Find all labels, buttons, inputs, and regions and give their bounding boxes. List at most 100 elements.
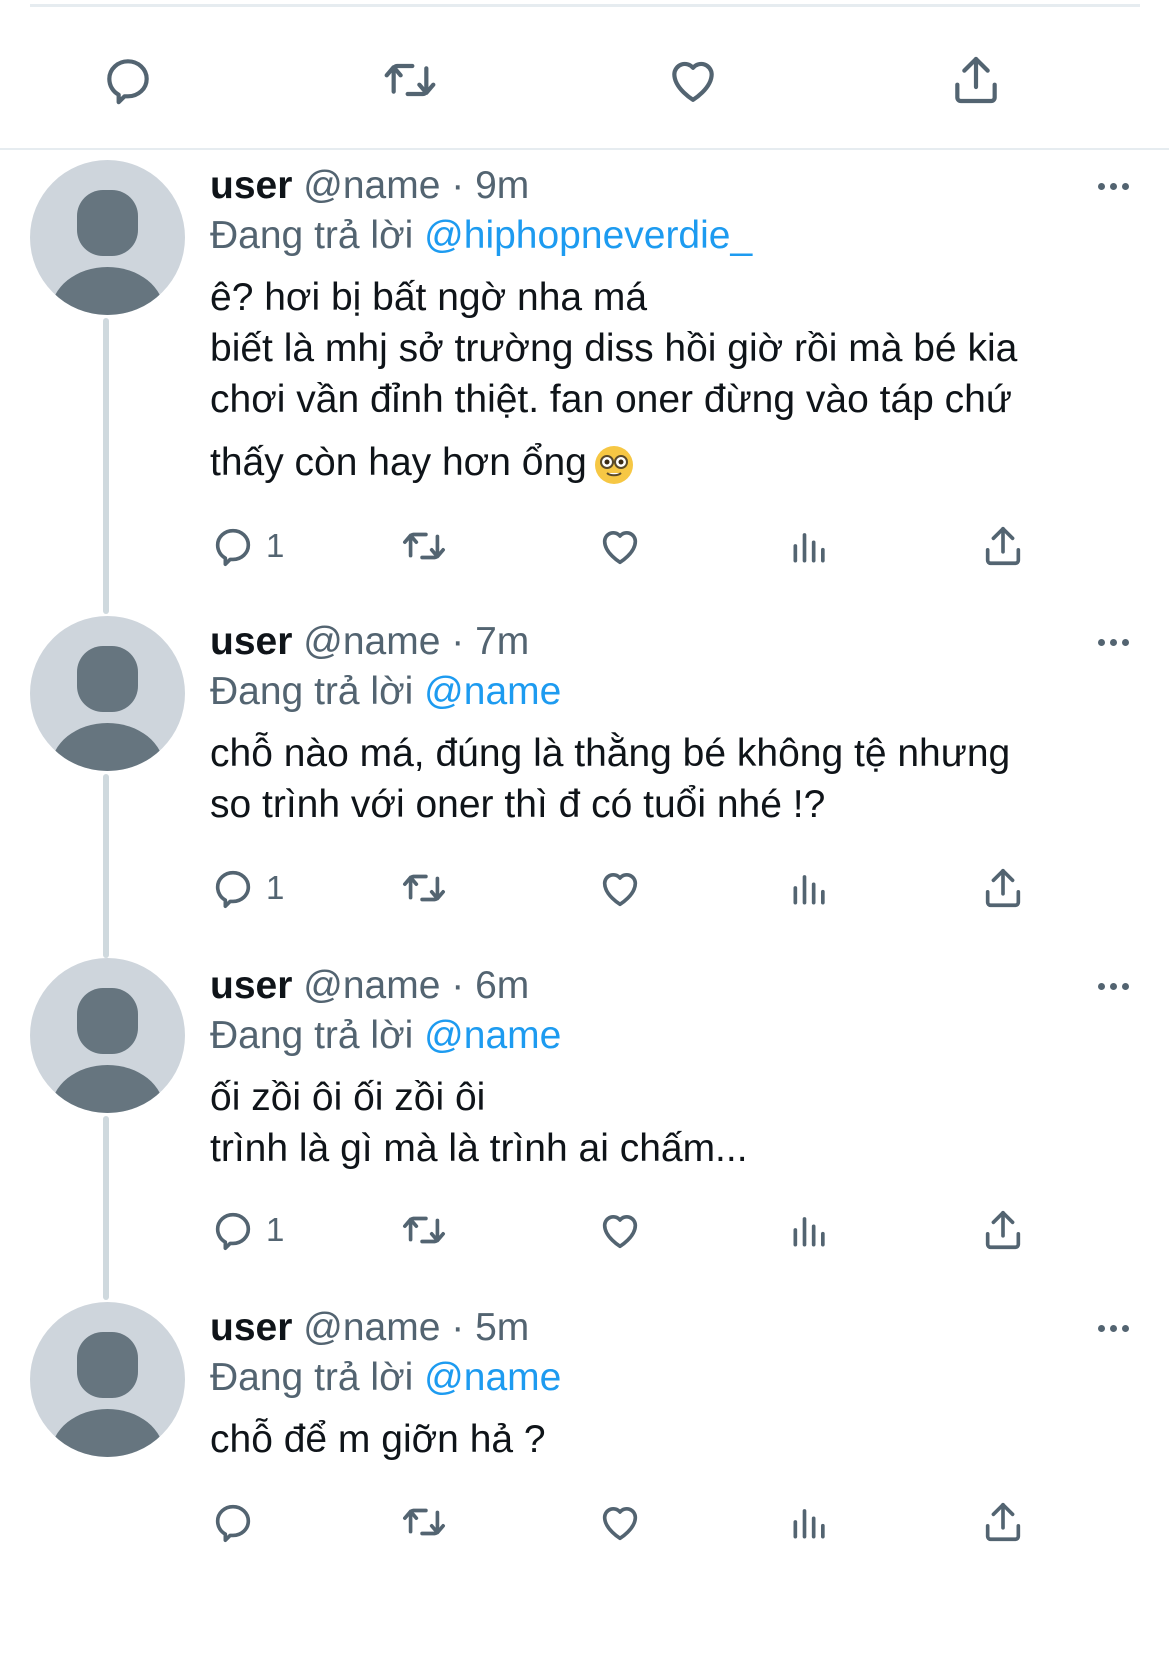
share-button[interactable] xyxy=(980,858,1026,918)
analytics-icon xyxy=(793,1509,825,1539)
reply-count: 1 xyxy=(266,1211,285,1248)
reply-count: 1 xyxy=(266,869,285,906)
user-name[interactable]: user xyxy=(210,164,292,207)
separator-dot: · xyxy=(451,1306,465,1349)
avatar[interactable] xyxy=(30,958,185,1113)
avatar-head xyxy=(77,1332,138,1398)
avatar-head xyxy=(77,646,138,712)
share-icon xyxy=(985,868,1021,908)
retweet-icon xyxy=(403,532,445,560)
main-tweet-actions xyxy=(0,40,1169,120)
tweet-text-line: chỗ nào má, đúng là thằng bé không tệ nh… xyxy=(210,732,1011,775)
retweet-button[interactable] xyxy=(398,516,450,576)
analytics-button[interactable] xyxy=(788,1200,832,1260)
user-handle[interactable]: @name xyxy=(303,620,440,663)
reply-icon xyxy=(107,59,149,105)
tweet-text: ê? hơi bị bất ngờ nha má biết là mhj sở … xyxy=(210,272,1129,488)
replying-to-label: Đang trả lời xyxy=(210,670,414,713)
more-options-button[interactable] xyxy=(1069,962,1129,1010)
reply-button[interactable]: 1 xyxy=(210,1200,284,1260)
tweet-content: user @name · 6m Đang trả lời @name ối zồ… xyxy=(210,962,1129,1174)
like-button[interactable] xyxy=(596,858,644,918)
avatar[interactable] xyxy=(30,616,185,771)
retweet-button[interactable] xyxy=(370,40,450,120)
tweet[interactable]: user @name · 6m Đang trả lời @name ối zồ… xyxy=(0,958,1169,1298)
avatar[interactable] xyxy=(30,1302,185,1457)
retweet-button[interactable] xyxy=(398,858,450,918)
more-options-button[interactable] xyxy=(1069,1304,1129,1352)
more-icon xyxy=(1098,638,1105,646)
analytics-button[interactable] xyxy=(788,516,832,576)
heart-icon xyxy=(602,1215,638,1249)
retweet-button[interactable] xyxy=(398,1492,450,1552)
user-name[interactable]: user xyxy=(210,1306,292,1349)
tweet-content: user @name · 9m Đang trả lời @hiphopneve… xyxy=(210,162,1129,488)
user-name[interactable]: user xyxy=(210,964,292,1007)
tweet-text-line: trình là gì mà là trình ai chấm... xyxy=(210,1127,748,1170)
user-handle[interactable]: @name xyxy=(303,1306,440,1349)
retweet-icon xyxy=(403,1216,445,1244)
reply-button[interactable]: 1 xyxy=(210,516,284,576)
share-icon xyxy=(955,56,997,104)
tweet-text-line-wrap: thấy còn hay hơn ổng xyxy=(210,437,1129,488)
like-button[interactable] xyxy=(596,1492,644,1552)
share-icon xyxy=(985,1502,1021,1542)
reply-button[interactable]: 1 xyxy=(210,858,284,918)
like-button[interactable] xyxy=(596,1200,644,1260)
timestamp[interactable]: 9m xyxy=(475,164,529,207)
tweet-text-line: ối zồi ôi ối zồi ôi xyxy=(210,1076,486,1119)
analytics-button[interactable] xyxy=(788,858,832,918)
replying-to: Đang trả lời @name xyxy=(210,1352,1129,1404)
reply-count: 1 xyxy=(266,527,285,564)
share-icon xyxy=(985,1210,1021,1250)
tweet[interactable]: user @name · 9m Đang trả lời @hiphopneve… xyxy=(0,160,1169,610)
reply-icon xyxy=(215,528,251,567)
reply-button[interactable] xyxy=(88,40,168,120)
analytics-icon xyxy=(793,533,825,563)
replying-to: Đang trả lời @name xyxy=(210,666,1129,718)
avatar-body xyxy=(51,1409,164,1457)
tweet-header: user @name · 7m xyxy=(210,618,1129,666)
share-button[interactable] xyxy=(936,40,1016,120)
more-icon xyxy=(1098,982,1105,990)
user-handle[interactable]: @name xyxy=(303,964,440,1007)
replying-to-label: Đang trả lời xyxy=(210,1014,414,1057)
share-button[interactable] xyxy=(980,1492,1026,1552)
tweet[interactable]: user @name · 5m Đang trả lời @name chỗ đ… xyxy=(0,1302,1169,1642)
more-options-button[interactable] xyxy=(1069,162,1129,210)
share-button[interactable] xyxy=(980,1200,1026,1260)
section-divider xyxy=(0,148,1169,150)
mention-link[interactable]: @name xyxy=(424,1356,561,1399)
like-button[interactable] xyxy=(596,516,644,576)
reply-icon xyxy=(215,1212,251,1251)
heart-icon xyxy=(602,531,638,565)
retweet-button[interactable] xyxy=(398,1200,450,1260)
avatar[interactable] xyxy=(30,160,185,315)
tweet-text-line: so trình với oner thì đ có tuổi nhé !? xyxy=(210,783,826,826)
reply-icon xyxy=(215,1504,251,1543)
tweet-text: chỗ để m giỡn hả ? xyxy=(210,1414,1129,1465)
nerd-face-icon xyxy=(594,445,633,484)
mention-link[interactable]: @name xyxy=(424,1014,561,1057)
mention-link[interactable]: @name xyxy=(424,670,561,713)
tweet-actions xyxy=(210,1492,1110,1552)
analytics-button[interactable] xyxy=(788,1492,832,1552)
more-options-button[interactable] xyxy=(1069,618,1129,666)
analytics-icon xyxy=(793,875,825,905)
user-handle[interactable]: @name xyxy=(303,164,440,207)
tweet[interactable]: user @name · 7m Đang trả lời @name chỗ n… xyxy=(0,616,1169,956)
avatar-head xyxy=(77,190,138,256)
share-icon xyxy=(985,526,1021,566)
timestamp[interactable]: 6m xyxy=(475,964,529,1007)
share-button[interactable] xyxy=(980,516,1026,576)
heart-icon xyxy=(602,1507,638,1541)
mention-link[interactable]: @hiphopneverdie_ xyxy=(424,214,752,257)
like-button[interactable] xyxy=(653,40,733,120)
timestamp[interactable]: 5m xyxy=(475,1306,529,1349)
user-name[interactable]: user xyxy=(210,620,292,663)
retweet-icon xyxy=(403,874,445,902)
reply-button[interactable] xyxy=(210,1492,266,1552)
tweet-actions: 1 xyxy=(210,1200,1110,1260)
tweet-text: ối zồi ôi ối zồi ôi trình là gì mà là tr… xyxy=(210,1072,1129,1174)
timestamp[interactable]: 7m xyxy=(475,620,529,663)
